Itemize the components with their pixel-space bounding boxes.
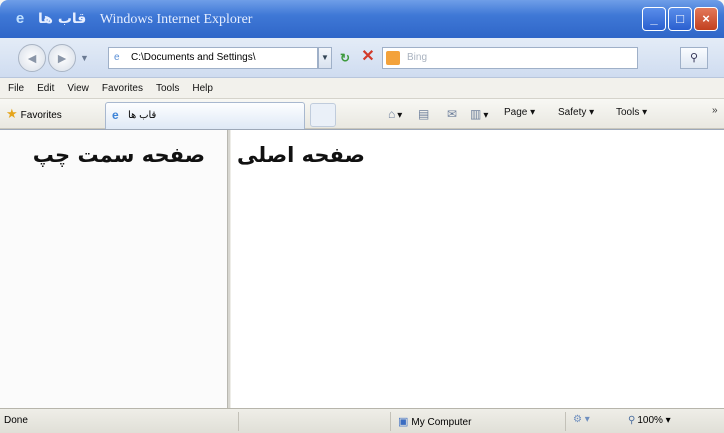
refresh-icon[interactable]: ↻ [336, 50, 354, 66]
search-input[interactable]: Bing [382, 47, 638, 69]
safety-menu-button[interactable]: Safety ▾ [558, 107, 594, 118]
computer-icon: ▣ [398, 416, 409, 428]
left-frame-text: صفحه سمت چپ [32, 143, 205, 167]
home-icon: ⌂ [388, 107, 396, 121]
favorites-bar: ★ Favorites e قاب ها ⌂ ▾ ▤ ✉ ▥ ▾ Page ▾ Saf… [0, 99, 724, 129]
minimize-button[interactable]: _ [642, 7, 666, 31]
zoom-control[interactable]: ⚲ 100% ▾ [628, 415, 671, 426]
back-button[interactable]: ◄ [18, 44, 46, 72]
feeds-icon: ▤ [418, 107, 430, 121]
mail-button[interactable]: ✉ [447, 107, 459, 121]
window-title-tab: قاب ها [38, 11, 87, 27]
page-menu-button[interactable]: Page ▾ [504, 107, 535, 118]
menu-help[interactable]: Help [192, 83, 213, 94]
address-url: C:\Documents and Settings\ [131, 52, 256, 63]
tools-menu-button[interactable]: Tools ▾ [616, 107, 647, 118]
window-controls: _ □ × [642, 7, 718, 31]
stop-icon[interactable]: ✕ [359, 48, 377, 66]
menu-favorites[interactable]: Favorites [102, 83, 143, 94]
browser-window: e قاب ها Windows Internet Explorer _ □ ×… [0, 0, 724, 433]
protected-mode-icon[interactable]: ⚙ ▾ [573, 414, 590, 425]
status-bar: Done ▣ My Computer ⚙ ▾ ⚲ 100% ▾ [0, 408, 724, 433]
security-zone[interactable]: ▣ My Computer [398, 415, 471, 428]
status-divider [390, 412, 391, 431]
main-frame-text: صفحه اصلی [237, 143, 365, 167]
window-title: قاب ها Windows Internet Explorer [38, 11, 252, 28]
zoom-level: 100% [637, 415, 663, 426]
favorites-label: Favorites [20, 110, 62, 121]
print-icon: ▥ [470, 107, 482, 121]
menu-file[interactable]: File [8, 83, 24, 94]
address-dropdown-icon[interactable]: ▼ [318, 47, 332, 69]
menu-view[interactable]: View [67, 83, 89, 94]
status-divider [238, 412, 239, 431]
menu-bar: File Edit View Favorites Tools Help [0, 78, 724, 99]
forward-button[interactable]: ► [48, 44, 76, 72]
print-button[interactable]: ▥ ▾ [470, 107, 488, 121]
mail-icon: ✉ [447, 107, 458, 121]
page-content: صفحه سمت چپ صفحه اصلی [0, 129, 724, 409]
search-placeholder: Bing [407, 52, 428, 63]
ie-icon: e [15, 10, 25, 27]
zoom-icon: ⚲ [628, 415, 636, 426]
status-divider [565, 412, 566, 431]
status-text: Done [4, 415, 28, 426]
maximize-button[interactable]: □ [668, 7, 692, 31]
recent-pages-dropdown-icon[interactable]: ▼ [80, 53, 89, 63]
tab-active[interactable]: e قاب ها [105, 102, 305, 129]
menu-edit[interactable]: Edit [37, 83, 54, 94]
chevron-right-icon[interactable]: » [712, 105, 718, 116]
home-button[interactable]: ⌂ ▾ [388, 107, 402, 121]
new-tab-button[interactable] [310, 103, 336, 127]
bing-icon [386, 51, 400, 65]
address-toolbar: ◄ ► ▼ e C:\Documents and Settings\ ▼ ↻ ✕… [0, 38, 724, 78]
search-icon[interactable]: ⚲ [680, 47, 708, 69]
feeds-button[interactable]: ▤ [418, 107, 431, 121]
favorites-button[interactable]: ★ Favorites [6, 106, 62, 122]
zone-label: My Computer [411, 417, 472, 428]
window-title-app: Windows Internet Explorer [99, 12, 253, 27]
close-button[interactable]: × [694, 7, 718, 31]
title-bar[interactable]: e قاب ها Windows Internet Explorer _ □ × [0, 0, 724, 38]
left-frame: صفحه سمت چپ [0, 130, 227, 409]
main-frame: صفحه اصلی [231, 130, 724, 409]
ie-tab-icon: e [112, 108, 119, 122]
menu-tools[interactable]: Tools [156, 83, 179, 94]
tab-label: قاب ها [128, 110, 157, 121]
address-field[interactable]: e C:\Documents and Settings\ [108, 47, 318, 69]
page-icon: e [114, 52, 120, 63]
star-icon: ★ [6, 106, 18, 121]
